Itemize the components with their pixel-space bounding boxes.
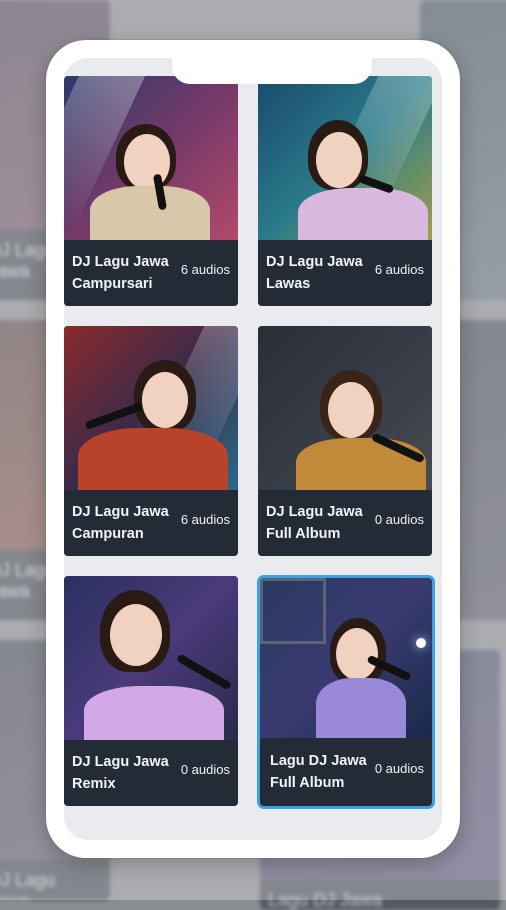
album-title: DJ Lagu Jawa Remix (72, 754, 169, 792)
album-title: Lagu DJ Jawa Full Album (270, 753, 367, 791)
singer-photo (258, 76, 432, 248)
audio-count: 6 audios (180, 512, 230, 527)
audio-count: 6 audios (180, 262, 230, 277)
album-card[interactable]: DJ Lagu Jawa Full Album 0 audios (258, 326, 432, 556)
card-caption: DJ Lagu Jawa Campuran 6 audios (64, 490, 238, 556)
singer-photo (258, 326, 432, 498)
card-caption: DJ Lagu Jawa Campursari 6 audios (64, 240, 238, 306)
album-card[interactable]: DJ Lagu Jawa Remix 0 audios (64, 576, 238, 806)
audio-count: 0 audios (374, 512, 424, 527)
album-title: DJ Lagu Jawa Lawas (266, 254, 363, 292)
album-card-selected[interactable]: Lagu DJ Jawa Full Album 0 audios (260, 578, 432, 806)
audio-count: 0 audios (180, 762, 230, 777)
album-title: DJ Lagu Jawa Campursari (72, 254, 169, 292)
album-title: DJ Lagu Jawa Campuran (72, 504, 169, 542)
singer-photo (64, 326, 238, 498)
album-card[interactable]: DJ Lagu Jawa Campuran 6 audios (64, 326, 238, 556)
card-caption: DJ Lagu Jawa Remix 0 audios (64, 740, 238, 806)
audio-count: 6 audios (374, 262, 424, 277)
phone-screen: DJ Lagu Jawa Campursari 6 audios DJ Lagu… (64, 58, 442, 840)
singer-photo (64, 76, 238, 246)
album-card[interactable]: DJ Lagu Jawa Lawas 6 audios (258, 76, 432, 306)
phone-notch (172, 58, 372, 84)
singer-photo (64, 576, 238, 746)
album-title: DJ Lagu Jawa Full Album (266, 504, 363, 542)
card-caption: DJ Lagu Jawa Lawas 6 audios (258, 240, 432, 306)
card-caption: Lagu DJ Jawa Full Album 0 audios (260, 738, 432, 806)
singer-photo (260, 578, 432, 742)
card-caption: DJ Lagu Jawa Full Album 0 audios (258, 490, 432, 556)
audio-count: 0 audios (374, 761, 424, 776)
album-card[interactable]: DJ Lagu Jawa Campursari 6 audios (64, 76, 238, 306)
phone-frame: DJ Lagu Jawa Campursari 6 audios DJ Lagu… (46, 40, 460, 858)
